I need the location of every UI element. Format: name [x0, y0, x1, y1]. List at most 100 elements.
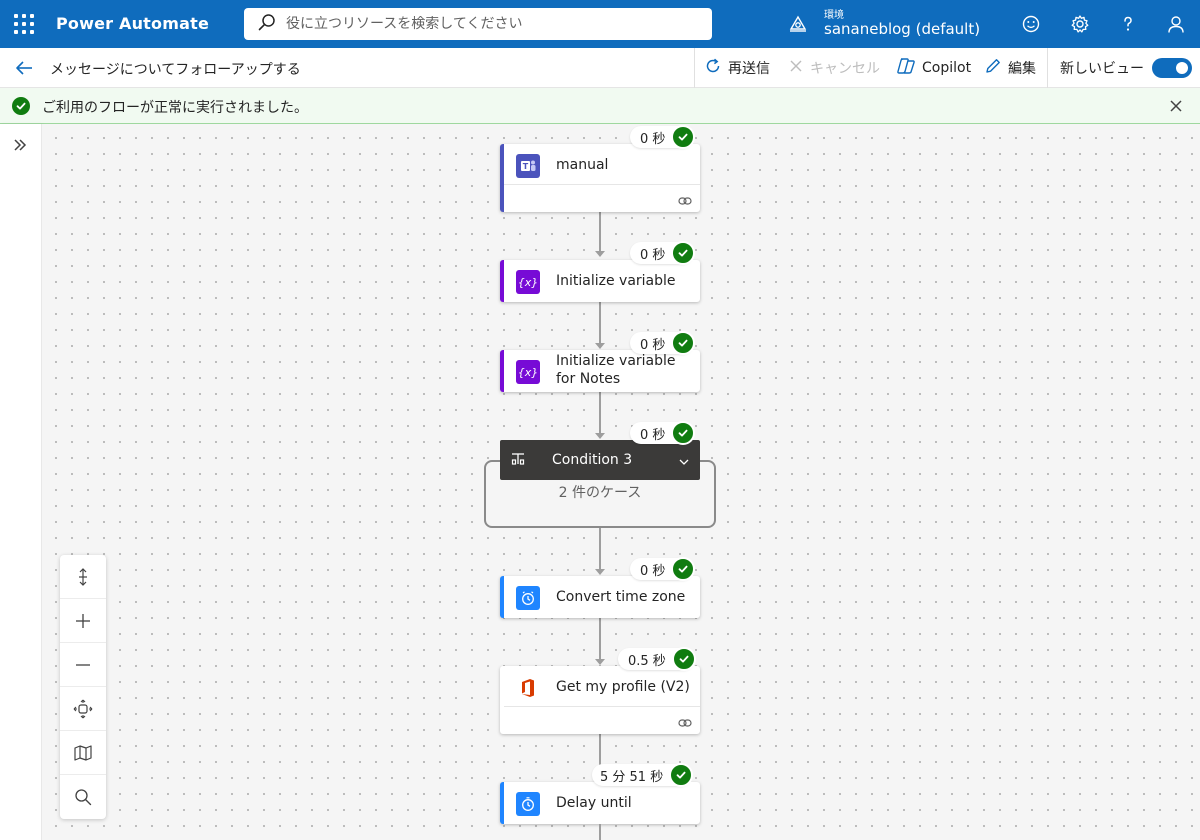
account-icon[interactable]	[1164, 12, 1188, 36]
minimap-icon[interactable]	[60, 731, 106, 775]
step-title: Condition 3	[552, 452, 633, 468]
left-rail	[0, 124, 42, 840]
new-view-label: 新しいビュー	[1060, 61, 1144, 77]
copilot-icon	[896, 57, 916, 79]
environment-picker[interactable]: 環境 sananeblog (default)	[788, 4, 988, 44]
expand-chevron-icon[interactable]	[9, 134, 31, 156]
edit-button[interactable]: 編集	[984, 58, 1036, 78]
connector-line	[599, 528, 601, 570]
office-icon	[516, 676, 540, 700]
search-box[interactable]	[244, 8, 712, 40]
duration-text: 0.5 秒	[628, 653, 666, 669]
flow-step-condition[interactable]: Condition 3	[500, 440, 700, 480]
variable-icon: {x}	[516, 270, 540, 294]
step-title: Get my profile (V2)	[556, 679, 690, 695]
condition-cases-text: 2 件のケース	[558, 485, 642, 501]
teams-icon: T	[516, 154, 540, 178]
duration-badge: 5 分 51 秒	[592, 763, 694, 787]
app-launcher-icon[interactable]	[12, 12, 36, 36]
variable-icon: {x}	[516, 360, 540, 384]
chevron-down-icon[interactable]	[678, 453, 690, 472]
step-header: T manual	[504, 144, 700, 184]
flow-step-get-my-profile[interactable]: Get my profile (V2)	[500, 666, 700, 734]
success-message: ご利用のフローが正常に実行されました。	[42, 100, 308, 116]
duration-text: 0 秒	[640, 131, 666, 147]
environment-name: sananeblog (default)	[824, 20, 981, 38]
duration-badge: 0 秒	[630, 421, 696, 445]
duration-text: 0 秒	[640, 427, 666, 443]
duration-badge: 0 秒	[630, 331, 696, 355]
flow-title: メッセージについてフォローアップする	[50, 62, 301, 78]
new-view-toggle[interactable]	[1152, 58, 1192, 78]
step-header: Delay until	[504, 782, 700, 822]
flow-step-convert-time-zone[interactable]: Convert time zone	[500, 576, 700, 618]
fit-height-icon[interactable]	[60, 555, 106, 599]
step-header: Convert time zone	[504, 576, 700, 616]
step-footer	[504, 706, 700, 732]
cancel-button[interactable]: キャンセル	[788, 58, 880, 78]
connector-line	[599, 618, 601, 660]
condition-icon	[510, 451, 526, 471]
fit-view-icon[interactable]	[60, 687, 106, 731]
step-header: Get my profile (V2)	[504, 666, 700, 706]
resubmit-button[interactable]: 再送信	[704, 58, 770, 78]
duration-text: 0 秒	[640, 247, 666, 263]
step-title: manual	[556, 157, 609, 173]
command-bar: メッセージについてフォローアップする 再送信 キャンセル Copilot 編集 …	[0, 48, 1200, 88]
connection-link-icon[interactable]	[678, 713, 692, 732]
connector-arrow	[595, 569, 605, 575]
clock-icon	[516, 792, 540, 816]
success-check-icon	[671, 647, 696, 671]
edit-pencil-icon	[984, 57, 1002, 79]
flow-step-initialize-variable[interactable]: {x} Initialize variable	[500, 260, 700, 302]
environment-icon	[788, 14, 808, 38]
canvas-controls	[60, 555, 106, 819]
duration-text: 5 分 51 秒	[600, 769, 664, 785]
step-footer	[504, 184, 700, 210]
step-title: Convert time zone	[556, 589, 686, 605]
cancel-label: キャンセル	[810, 61, 880, 77]
search-icon	[258, 13, 276, 35]
copilot-label: Copilot	[922, 60, 972, 76]
step-title: Delay until	[556, 795, 632, 811]
edit-label: 編集	[1008, 61, 1036, 77]
duration-badge: 0.5 秒	[618, 647, 696, 671]
step-title: Initialize variable	[556, 273, 676, 289]
connector-arrow	[595, 343, 605, 349]
back-arrow-icon[interactable]	[12, 56, 36, 80]
success-check-icon	[12, 97, 30, 115]
duration-text: 0 秒	[640, 563, 666, 579]
success-banner: ご利用のフローが正常に実行されました。	[0, 88, 1200, 124]
connection-link-icon[interactable]	[678, 191, 692, 210]
app-name[interactable]: Power Automate	[56, 14, 209, 33]
flow-step-delay-until[interactable]: Delay until	[500, 782, 700, 824]
svg-text:T: T	[523, 162, 529, 171]
connector-line	[599, 212, 601, 252]
connector-arrow	[595, 251, 605, 257]
connector-arrow	[595, 433, 605, 439]
copilot-button[interactable]: Copilot	[896, 58, 971, 78]
command-divider	[694, 48, 695, 88]
connector-line	[599, 824, 601, 840]
flow-canvas[interactable]: T manual 0 秒 {x} Initialize variable 0 秒…	[42, 124, 1200, 840]
search-icon[interactable]	[60, 775, 106, 819]
cancel-x-icon	[788, 58, 804, 78]
help-icon[interactable]	[1116, 12, 1140, 36]
duration-badge: 0 秒	[630, 125, 696, 149]
app-header: Power Automate 環境 sananeblog (default)	[0, 0, 1200, 48]
connector-line	[599, 302, 601, 344]
zoom-in-icon[interactable]	[60, 599, 106, 643]
feedback-icon[interactable]	[1019, 12, 1043, 36]
step-header: {x} Initialize variable	[504, 260, 700, 300]
step-header: {x} Initialize variable for Notes	[504, 350, 700, 390]
settings-gear-icon[interactable]	[1068, 12, 1092, 36]
resubmit-label: 再送信	[728, 61, 770, 77]
environment-label: 環境	[824, 10, 844, 21]
step-title: Initialize variable for Notes	[556, 353, 676, 387]
flow-step-manual[interactable]: T manual	[500, 144, 700, 212]
search-input[interactable]	[286, 16, 686, 32]
resubmit-icon	[704, 57, 722, 79]
flow-step-initialize-variable-notes[interactable]: {x} Initialize variable for Notes	[500, 350, 700, 392]
close-icon[interactable]	[1166, 96, 1186, 116]
zoom-out-icon[interactable]	[60, 643, 106, 687]
